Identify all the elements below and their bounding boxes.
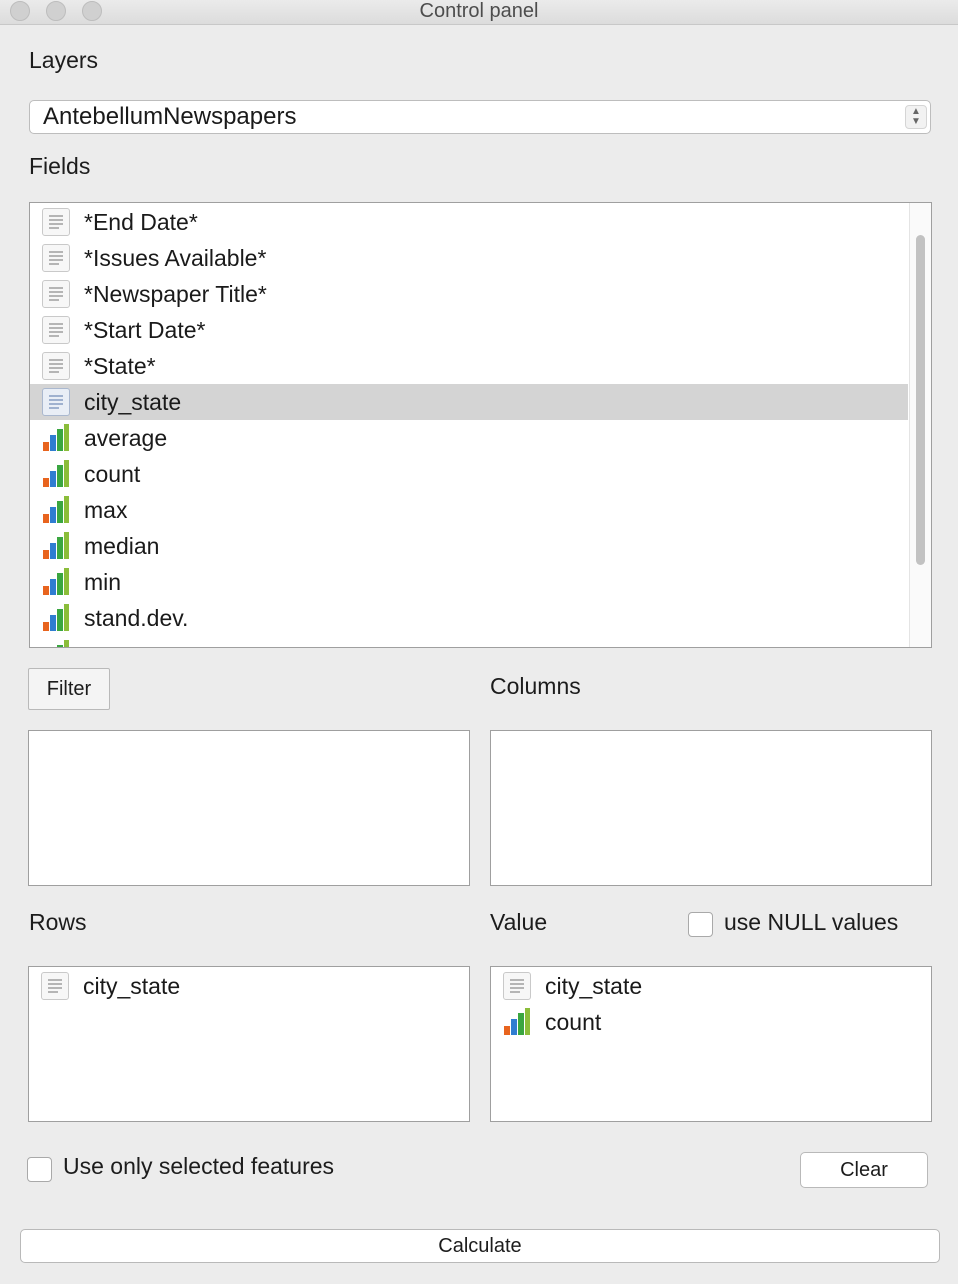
- clear-button[interactable]: Clear: [800, 1152, 928, 1188]
- numeric-field-icon: [42, 568, 70, 596]
- use-selected-features-checkbox[interactable]: [27, 1157, 52, 1182]
- numeric-field-icon: [42, 496, 70, 524]
- numeric-field-icon: [42, 604, 70, 632]
- fields-list[interactable]: *End Date* *Issues Available* *Newspaper…: [29, 202, 932, 648]
- columns-drop-area[interactable]: [490, 730, 932, 886]
- field-item-partial[interactable]: [30, 636, 908, 647]
- field-item[interactable]: stand.dev.: [30, 600, 908, 636]
- value-label: Value: [490, 909, 548, 935]
- numeric-field-icon: [503, 1008, 531, 1036]
- field-item[interactable]: median: [30, 528, 908, 564]
- layer-select-value: AntebellumNewspapers: [43, 103, 297, 130]
- text-field-icon: [42, 208, 70, 236]
- field-item-label: max: [84, 497, 128, 523]
- field-item[interactable]: min: [30, 564, 908, 600]
- columns-label: Columns: [490, 673, 581, 699]
- text-field-icon: [42, 352, 70, 380]
- field-item[interactable]: *End Date*: [30, 204, 908, 240]
- numeric-field-icon: [42, 640, 70, 647]
- text-field-icon: [42, 244, 70, 272]
- field-item[interactable]: *Start Date*: [30, 312, 908, 348]
- layer-select[interactable]: AntebellumNewspapers ▲ ▼: [29, 100, 931, 134]
- text-field-icon: [42, 388, 70, 416]
- text-field-icon: [503, 972, 531, 1000]
- value-item-label: city_state: [545, 973, 643, 999]
- value-item[interactable]: city_state: [491, 968, 931, 1004]
- field-item-label: median: [84, 533, 160, 559]
- field-item-label: min: [84, 569, 122, 595]
- use-null-values-label[interactable]: use NULL values: [724, 909, 898, 936]
- calculate-button[interactable]: Calculate: [20, 1229, 940, 1263]
- filter-button[interactable]: Filter: [28, 668, 110, 710]
- rows-item-label: city_state: [83, 973, 181, 999]
- field-item-label: *Start Date*: [84, 317, 206, 343]
- title-bar: Control panel: [0, 0, 958, 25]
- filter-drop-area[interactable]: [28, 730, 470, 886]
- text-field-icon: [42, 316, 70, 344]
- rows-item[interactable]: city_state: [29, 968, 469, 1004]
- field-item[interactable]: count: [30, 456, 908, 492]
- numeric-field-icon: [42, 460, 70, 488]
- field-item-label: *State*: [84, 353, 156, 379]
- rows-label: Rows: [29, 909, 87, 935]
- numeric-field-icon: [42, 424, 70, 452]
- field-item-selected[interactable]: city_state: [30, 384, 908, 420]
- use-selected-features-label[interactable]: Use only selected features: [63, 1153, 334, 1180]
- field-item-label: stand.dev.: [84, 605, 189, 631]
- field-item[interactable]: *Issues Available*: [30, 240, 908, 276]
- layers-label: Layers: [29, 47, 99, 73]
- field-item[interactable]: max: [30, 492, 908, 528]
- use-null-values-checkbox[interactable]: [688, 912, 713, 937]
- fields-label: Fields: [29, 153, 91, 179]
- text-field-icon: [42, 280, 70, 308]
- field-item-label: *End Date*: [84, 209, 198, 235]
- value-item[interactable]: count: [491, 1004, 931, 1040]
- field-item-label: count: [84, 461, 141, 487]
- value-item-label: count: [545, 1009, 602, 1035]
- value-drop-area[interactable]: city_state count: [490, 966, 932, 1122]
- field-item[interactable]: *State*: [30, 348, 908, 384]
- text-field-icon: [41, 972, 69, 1000]
- field-item-label: *Issues Available*: [84, 245, 267, 271]
- scrollbar-thumb[interactable]: [916, 235, 925, 565]
- rows-drop-area[interactable]: city_state: [28, 966, 470, 1122]
- field-item[interactable]: *Newspaper Title*: [30, 276, 908, 312]
- field-item-label: average: [84, 425, 168, 451]
- field-item-label: *Newspaper Title*: [84, 281, 267, 307]
- window-title: Control panel: [419, 0, 539, 22]
- field-item-label: city_state: [84, 389, 182, 415]
- field-item[interactable]: average: [30, 420, 908, 456]
- numeric-field-icon: [42, 532, 70, 560]
- fields-scrollbar[interactable]: [909, 203, 931, 647]
- updown-arrows-icon: ▲ ▼: [905, 105, 927, 129]
